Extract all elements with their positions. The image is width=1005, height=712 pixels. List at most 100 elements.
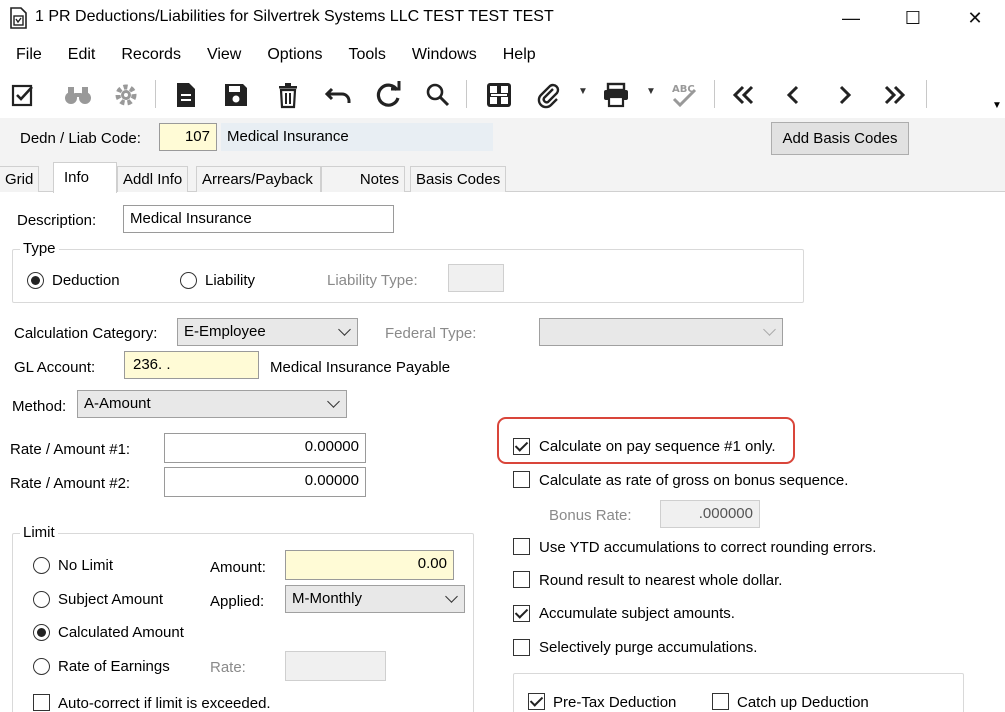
limit-rate-input[interactable] — [285, 651, 386, 681]
print-icon[interactable] — [598, 78, 634, 112]
title-bar: 1 PR Deductions/Liabilities for Silvertr… — [0, 0, 1005, 36]
method-select[interactable]: A-Amount — [77, 390, 347, 418]
bonus-rate-input[interactable]: .000000 — [660, 500, 760, 528]
rate-of-gross-bonus-label: Calculate as rate of gross on bonus sequ… — [539, 472, 849, 489]
save-icon[interactable] — [218, 78, 254, 112]
spellcheck-icon[interactable]: ABC — [666, 78, 702, 112]
paperclip-icon[interactable] — [530, 78, 566, 112]
menu-help[interactable]: Help — [503, 46, 536, 64]
next-record-icon[interactable] — [826, 78, 862, 112]
limit-rate-label: Rate: — [210, 659, 246, 676]
bonus-rate-label: Bonus Rate: — [549, 507, 632, 524]
record-header: Dedn / Liab Code: 107 Medical Insurance … — [0, 118, 1005, 162]
maximize-button[interactable]: ☐ — [885, 0, 941, 36]
calc-category-select[interactable]: E-Employee — [177, 318, 358, 346]
rate-of-earnings-radio[interactable] — [33, 658, 50, 675]
auto-correct-checkbox[interactable] — [33, 694, 50, 711]
menu-tools[interactable]: Tools — [348, 46, 385, 64]
menu-edit[interactable]: Edit — [68, 46, 96, 64]
previous-record-icon[interactable] — [776, 78, 812, 112]
toolbar-separator — [714, 80, 715, 108]
edit-check-icon[interactable] — [6, 78, 42, 112]
print-dropdown-icon[interactable]: ▼ — [646, 86, 656, 97]
grid-icon[interactable] — [481, 78, 517, 112]
code-input[interactable]: 107 — [159, 123, 217, 151]
limit-amount-label: Amount: — [210, 559, 266, 576]
gear-icon[interactable] — [108, 78, 144, 112]
tab-grid[interactable]: Grid — [0, 166, 40, 192]
calculated-amount-radio[interactable] — [33, 624, 50, 641]
highlight-callout — [497, 417, 795, 464]
gl-account-input[interactable]: 236. . — [124, 351, 259, 379]
liability-label: Liability — [205, 272, 256, 289]
code-description: Medical Insurance — [221, 123, 493, 151]
subject-amount-radio[interactable] — [33, 591, 50, 608]
calc-category-value: E-Employee — [184, 323, 266, 340]
accumulate-subject-checkbox[interactable] — [513, 605, 530, 622]
rate-of-gross-bonus-checkbox[interactable] — [513, 471, 530, 488]
tab-basis-codes[interactable]: Basis Codes — [410, 166, 507, 192]
type-group-title: Type — [20, 240, 59, 257]
accumulate-subject-label: Accumulate subject amounts. — [539, 605, 735, 622]
toolbar-separator — [466, 80, 467, 108]
menu-view[interactable]: View — [207, 46, 241, 64]
rate2-label: Rate / Amount #2: — [10, 475, 131, 492]
selective-purge-checkbox[interactable] — [513, 639, 530, 656]
applied-value: M-Monthly — [292, 590, 363, 607]
deduction-radio[interactable] — [27, 272, 44, 289]
ytd-rounding-label: Use YTD accumulations to correct roundin… — [539, 539, 877, 556]
federal-type-label: Federal Type: — [385, 325, 477, 342]
trash-icon[interactable] — [270, 78, 306, 112]
first-record-icon[interactable] — [726, 78, 762, 112]
tab-addl-info[interactable]: Addl Info — [117, 166, 189, 192]
last-record-icon[interactable] — [876, 78, 912, 112]
menu-records[interactable]: Records — [121, 46, 181, 64]
applied-select[interactable]: M-Monthly — [285, 585, 465, 613]
menu-options[interactable]: Options — [267, 46, 322, 64]
new-document-icon[interactable] — [168, 78, 204, 112]
gl-account-label: GL Account: — [14, 359, 96, 376]
minimize-button[interactable]: — — [823, 0, 879, 36]
liability-type-input[interactable] — [448, 264, 504, 292]
code-label: Dedn / Liab Code: — [20, 130, 141, 147]
subject-amount-label: Subject Amount — [58, 591, 164, 608]
tab-arrears-payback[interactable]: Arrears/Payback — [196, 166, 321, 192]
minimize-icon: — — [842, 7, 860, 28]
close-icon: ✕ — [967, 7, 983, 28]
menu-windows[interactable]: Windows — [412, 46, 477, 64]
search-icon[interactable] — [420, 78, 456, 112]
attach-dropdown-icon[interactable]: ▼ — [578, 86, 588, 97]
no-limit-radio[interactable] — [33, 557, 50, 574]
auto-correct-label: Auto-correct if limit is exceeded. — [58, 695, 271, 712]
menu-file[interactable]: File — [16, 46, 42, 64]
toolbar-overflow-icon[interactable]: ▼ — [992, 100, 1002, 111]
selective-purge-label: Selectively purge accumulations. — [539, 639, 758, 656]
toolbar-separator — [926, 80, 927, 108]
pre-tax-checkbox[interactable] — [528, 693, 545, 710]
method-label: Method: — [12, 398, 67, 415]
application-window: 1 PR Deductions/Liabilities for Silvertr… — [0, 0, 1005, 712]
tab-notes[interactable]: Notes — [321, 166, 405, 192]
chevron-down-icon — [445, 590, 458, 603]
gl-account-description: Medical Insurance Payable — [270, 359, 451, 376]
description-input[interactable]: Medical Insurance — [123, 205, 394, 233]
binoculars-icon[interactable] — [60, 78, 96, 112]
rate2-input[interactable]: 0.00000 — [164, 467, 366, 497]
round-whole-dollar-checkbox[interactable] — [513, 571, 530, 588]
round-whole-dollar-label: Round result to nearest whole dollar. — [539, 572, 783, 589]
federal-type-select[interactable] — [539, 318, 783, 346]
add-basis-codes-button[interactable]: Add Basis Codes — [771, 122, 909, 155]
limit-amount-input[interactable]: 0.00 — [285, 550, 454, 580]
tab-info[interactable]: Info — [53, 162, 117, 193]
rate-of-earnings-label: Rate of Earnings — [58, 658, 170, 675]
rate1-input[interactable]: 0.00000 — [164, 433, 366, 463]
refresh-icon[interactable] — [371, 78, 407, 112]
chevron-down-icon — [327, 395, 340, 408]
chevron-down-icon — [763, 323, 776, 336]
undo-icon[interactable] — [321, 78, 357, 112]
catch-up-checkbox[interactable] — [712, 693, 729, 710]
toolbar-separator — [155, 80, 156, 108]
ytd-rounding-checkbox[interactable] — [513, 538, 530, 555]
close-button[interactable]: ✕ — [947, 0, 1003, 36]
liability-radio[interactable] — [180, 272, 197, 289]
